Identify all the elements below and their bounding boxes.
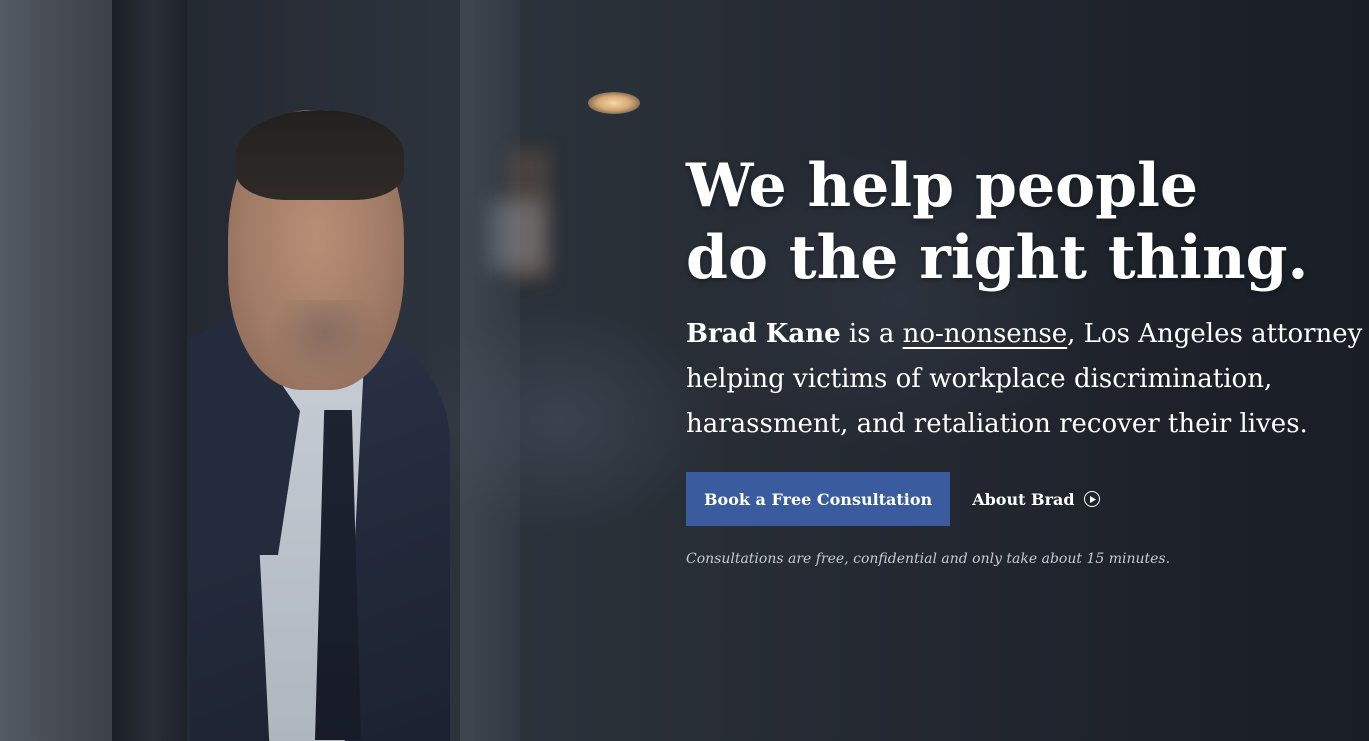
portrait-beard <box>270 300 380 380</box>
background-light <box>490 200 545 270</box>
consultation-note: Consultations are free, confidential and… <box>686 551 1171 567</box>
headline-line-1: We help people <box>686 151 1199 221</box>
hero-headline: We help people do the right thing. <box>686 150 1356 294</box>
hero-intro: Brad Kane is a no-nonsense, Los Angeles … <box>686 312 1362 447</box>
intro-line-2: helping victims of workplace discriminat… <box>686 364 1273 394</box>
about-brad-link[interactable]: About Brad <box>972 489 1100 509</box>
cta-row: Book a Free Consultation About Brad <box>686 472 1356 526</box>
book-consultation-button[interactable]: Book a Free Consultation <box>686 472 951 526</box>
attorney-portrait <box>150 100 470 741</box>
background-lamp <box>588 92 640 114</box>
background-pillar <box>0 0 112 741</box>
intro-text-before-link: is a <box>848 319 895 349</box>
hero-content: We help people do the right thing. Brad … <box>686 150 1362 567</box>
portrait-hair <box>236 110 404 200</box>
play-circle-icon <box>1083 491 1100 507</box>
about-brad-label: About Brad <box>972 489 1075 509</box>
attorney-name: Brad Kane <box>686 319 841 349</box>
headline-line-2: do the right thing. <box>686 223 1309 293</box>
intro-text-after-link: , Los Angeles attorney <box>1067 319 1363 349</box>
no-nonsense-link[interactable]: no-nonsense <box>903 319 1068 349</box>
intro-line-3: harassment, and retaliation recover thei… <box>686 409 1308 439</box>
